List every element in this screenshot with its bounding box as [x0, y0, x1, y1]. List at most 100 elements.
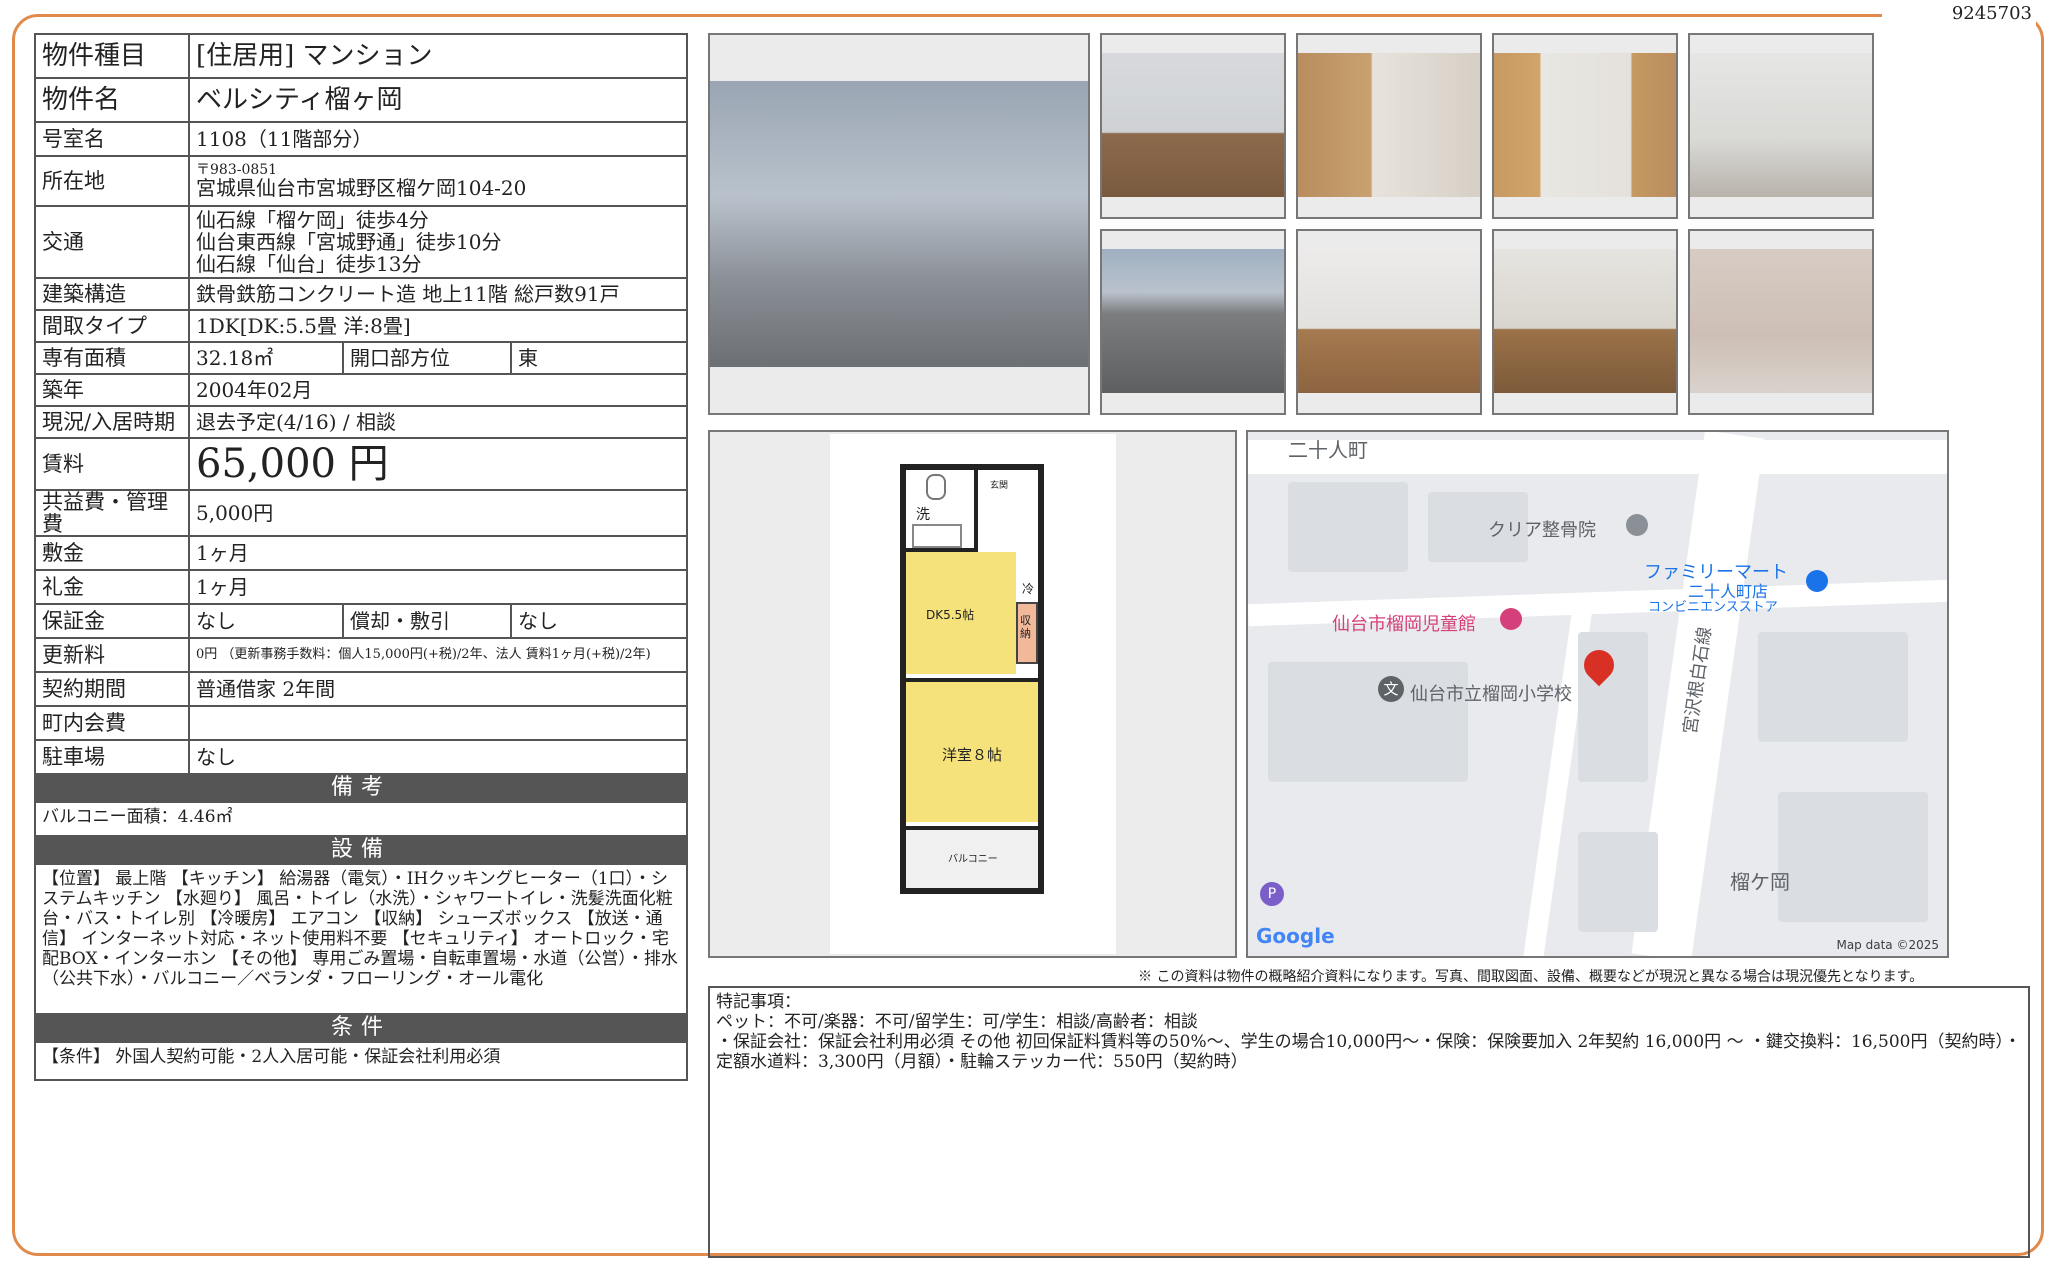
- access-line: 仙台東西線「宮城野通」徒歩10分: [196, 230, 502, 254]
- access-value: 仙石線「榴ケ岡」徒歩4分 仙台東西線「宮城野通」徒歩10分 仙石線「仙台」徒歩1…: [187, 205, 689, 279]
- dk-label: DK5.5帖: [926, 608, 975, 622]
- contract-label: 契約期間: [34, 671, 190, 707]
- access-label: 交通: [34, 205, 190, 279]
- access-line: 仙石線「榴ケ岡」徒歩4分: [196, 208, 429, 232]
- zoom-control-placeholder: [1941, 436, 1943, 438]
- fee-value: 5,000円: [187, 489, 689, 537]
- status-value: 退去予定(4/16) / 相談: [187, 405, 689, 439]
- association-fee-label: 町内会費: [34, 705, 190, 741]
- genkan-label: 玄関: [990, 481, 1009, 491]
- key-money-value: 1ヶ月: [187, 569, 689, 605]
- amortization-value: なし: [509, 603, 689, 639]
- familymart-poi-icon: [1806, 570, 1828, 592]
- bathtub-fixture: [912, 524, 962, 548]
- parking-label: 駐車場: [34, 739, 190, 775]
- school-poi-icon: 文: [1378, 676, 1404, 702]
- bathroom-photo: [1688, 229, 1874, 415]
- document-number: 9245703: [1882, 0, 2036, 28]
- address-label: 所在地: [34, 155, 190, 207]
- western-room-label: 洋室８帖: [942, 746, 1003, 764]
- special-notes-line-1: ペット：不可/楽器：不可/留学生：可/学生：相談/高齢者：相談: [716, 1012, 1198, 1032]
- photo-image: [1102, 249, 1284, 393]
- map-label-convenience: コンビニエンスストア: [1648, 600, 1778, 615]
- jidokan-poi-icon: [1500, 608, 1522, 630]
- deposit-label: 敷金: [34, 535, 190, 571]
- structure-value: 鉄骨鉄筋コンクリート造 地上11階 総戸数91戸: [187, 277, 689, 311]
- deposit-value: 1ヶ月: [187, 535, 689, 571]
- special-notes-box: 特記事項： ペット：不可/楽器：不可/留学生：可/学生：相談/高齢者：相談 ・保…: [708, 986, 2030, 1258]
- remarks-text: バルコニー面積：4.46㎡: [33, 801, 689, 837]
- wash-label: 洗: [916, 507, 930, 523]
- area-value: 32.18㎡: [188, 341, 344, 375]
- layout-value: 1DK[DK:5.5畳 洋:8畳]: [187, 309, 689, 343]
- equipment-text: 【位置】 最上階 【キッチン】 給湯器（電気）・IHクッキングヒーター（1口）・…: [33, 863, 689, 1015]
- room-label: 号室名: [34, 121, 190, 157]
- remarks-heading: 備考: [33, 773, 689, 803]
- map-data-attribution: Map data ©2025: [1836, 938, 1939, 952]
- special-notes-title: 特記事項：: [716, 992, 801, 1012]
- clinic-poi-icon: [1626, 514, 1648, 536]
- kitchen-photo: [1492, 229, 1678, 415]
- parking-poi-icon: P: [1260, 882, 1284, 906]
- guarantee-label: 保証金: [34, 603, 190, 639]
- balcony-label: バルコニー: [948, 854, 998, 865]
- facing-label: 開口部方位: [342, 341, 512, 375]
- layout-label: 間取タイプ: [34, 309, 190, 343]
- room-value: 1108（11階部分）: [187, 121, 689, 157]
- guarantee-value: なし: [188, 603, 344, 639]
- disclaimer-notice: ※ この資料は物件の概略紹介資料になります。写真、間取図面、設備、概要などが現況…: [1138, 969, 1924, 985]
- interior-photo-1: [1100, 33, 1286, 219]
- conditions-text: 【条件】 外国人契約可能・2人入居可能・保証会社利用必須: [33, 1041, 689, 1081]
- map-label-nijuninmachi: 二十人町: [1288, 438, 1368, 462]
- property-spec-table: 物件種目 [住居用] マンション 物件名 ベルシティ榴ヶ岡 号室名 1108（1…: [33, 33, 689, 1081]
- interior-photo-5: [1296, 229, 1482, 415]
- fee-label: 共益費・管理費: [34, 489, 190, 537]
- access-line: 仙石線「仙台」徒歩13分: [196, 252, 422, 276]
- map-label-school: 仙台市立榴岡小学校: [1410, 684, 1572, 705]
- photo-image: [1494, 249, 1676, 393]
- renewal-value: 0円 （更新事務手数料：個人15,000円(+税)/2年、法人 賃料1ヶ月(+税…: [187, 637, 689, 673]
- name-label: 物件名: [34, 77, 190, 123]
- renewal-label: 更新料: [34, 637, 190, 673]
- key-money-label: 礼金: [34, 569, 190, 605]
- rent-label: 賃料: [34, 437, 190, 491]
- address-text: 宮城県仙台市宮城野区榴ケ岡104-20: [196, 176, 527, 200]
- structure-label: 建築構造: [34, 277, 190, 311]
- built-value: 2004年02月: [187, 373, 689, 407]
- map-label-jidokan: 仙台市榴岡児童館: [1332, 614, 1476, 635]
- floor-plan: 洗 玄関 冷 収納 DK5.5帖 洋室８帖 バルコニー: [708, 430, 1237, 958]
- photo-image: [1494, 53, 1676, 197]
- parking-value: なし: [187, 739, 689, 775]
- name-value: ベルシティ榴ヶ岡: [187, 77, 689, 123]
- storage-label: 収納: [1020, 614, 1031, 640]
- building-image: [710, 81, 1088, 367]
- map-block: [1288, 482, 1408, 572]
- photo-image: [1298, 53, 1480, 197]
- photo-image: [1690, 53, 1872, 197]
- zip-code: 〒983-0851: [196, 162, 278, 178]
- type-value: [住居用] マンション: [187, 33, 689, 79]
- facing-value: 東: [509, 341, 689, 375]
- photo-image: [1102, 53, 1284, 197]
- fridge-label: 冷: [1022, 582, 1035, 596]
- interior-photo-2: [1296, 33, 1482, 219]
- contract-value: 普通借家 2年間: [187, 671, 689, 707]
- balcony-photo: [1100, 229, 1286, 415]
- photo-image: [1298, 249, 1480, 393]
- toilet-fixture: [926, 474, 946, 500]
- photo-image: [1690, 249, 1872, 393]
- google-logo: Google: [1256, 924, 1335, 948]
- map-label-tsutsujigaoka: 榴ケ岡: [1730, 870, 1790, 894]
- map-block: [1758, 632, 1908, 742]
- type-label: 物件種目: [34, 33, 190, 79]
- map-block: [1578, 832, 1658, 932]
- interior-photo-4: [1688, 33, 1874, 219]
- special-notes-line-2: ・保証会社：保証会社利用必須 その他 初回保証料賃料等の50%～、学生の場合10…: [716, 1032, 2021, 1072]
- amortization-label: 償却・敷引: [342, 603, 512, 639]
- rent-value: 65,000 円: [187, 437, 689, 491]
- map-label-clinic: クリア整骨院: [1488, 520, 1596, 541]
- map-block: [1778, 792, 1928, 922]
- association-fee-value: [187, 705, 689, 741]
- building-exterior-photo: [708, 33, 1090, 415]
- location-map[interactable]: 二十人町 クリア整骨院 ファミリーマート 二十人町店 コンビニエンスストア 仙台…: [1246, 430, 1949, 958]
